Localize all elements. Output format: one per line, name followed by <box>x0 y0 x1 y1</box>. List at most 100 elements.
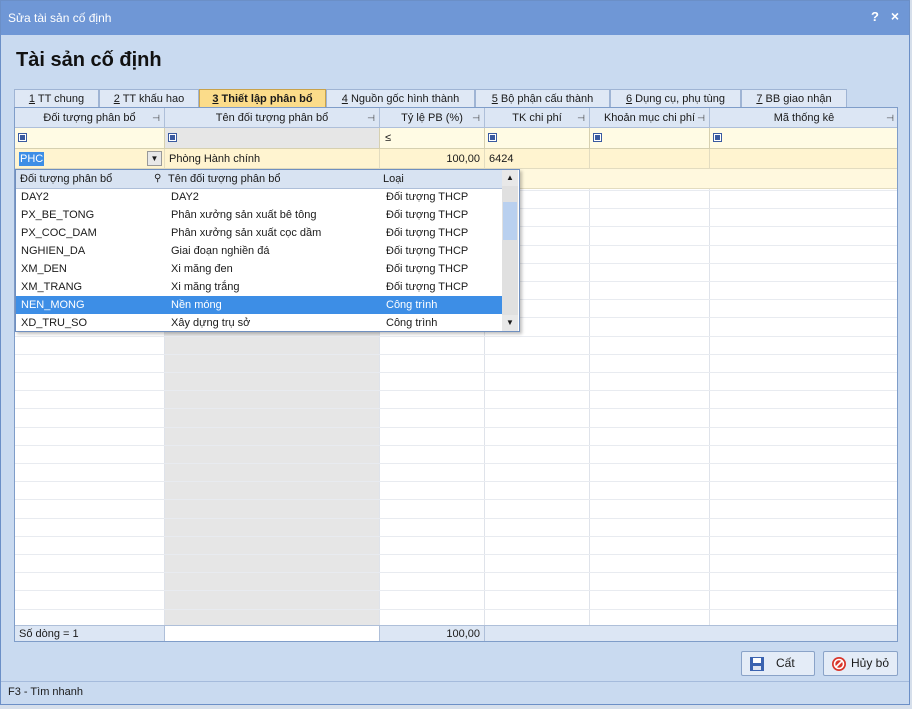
tab-bo-phan-cau-thanh[interactable]: 5 Bộ phận cấu thành <box>475 89 610 107</box>
cell-code-editor[interactable]: PHC ▼ <box>15 149 165 169</box>
dropdown-item[interactable]: XD_TRU_SO Xây dựng trụ sở Công trình <box>16 314 503 332</box>
dialog-window: Sửa tài sản cố định ? × Tài sản cố định … <box>0 0 910 705</box>
close-icon[interactable]: × <box>891 8 899 24</box>
gridline <box>15 372 897 373</box>
pin-icon[interactable]: ⊣ <box>886 108 894 128</box>
footer-blank <box>165 626 380 641</box>
cell-ratio[interactable]: 100,00 <box>380 149 485 169</box>
help-icon[interactable]: ? <box>871 9 879 24</box>
tab-tt-khau-hao[interactable]: 2 TT khấu hao <box>99 89 199 107</box>
dropdown-item-type: Đối tượng THCP <box>386 281 469 293</box>
dropdown-item-code: XM_DEN <box>21 263 67 275</box>
col-header-ten-doi-tuong[interactable]: Tên đối tượng phân bổ ⊣ <box>165 108 380 128</box>
dropdown-item-type: Đối tượng THCP <box>386 263 469 275</box>
filter-icon[interactable] <box>168 133 177 142</box>
col-header-ty-le[interactable]: Tỷ lệ PB (%) ⊣ <box>380 108 485 128</box>
dropdown-item-type: Đối tượng THCP <box>386 227 469 239</box>
col-header-doi-tuong[interactable]: Đối tượng phân bổ ⊣ <box>15 108 165 128</box>
status-bar: F3 - Tìm nhanh <box>1 681 909 704</box>
pin-icon[interactable]: ⊣ <box>367 108 375 128</box>
dropdown-item-type: Đối tượng THCP <box>386 191 469 203</box>
dropdown-item-code: PX_BE_TONG <box>21 209 95 221</box>
tab-dung-cu-phu-tung[interactable]: 6 Dụng cụ, phụ tùng <box>610 89 741 107</box>
scroll-up-icon[interactable]: ▲ <box>502 170 518 186</box>
pin-icon[interactable]: ⊣ <box>472 108 480 128</box>
dropdown-item-code: NGHIEN_DA <box>21 245 86 257</box>
dropdown-item-type: Công trình <box>386 299 438 311</box>
filter-operator[interactable]: ≤ <box>385 132 391 144</box>
dropdown-item[interactable]: PX_COC_DAM Phân xưởng sản xuất cọc dầm Đối… <box>16 224 503 242</box>
gridline <box>15 590 897 591</box>
col-header-khoan-muc[interactable]: Khoản mục chi phí ⊣ <box>590 108 710 128</box>
filter-icon[interactable] <box>488 133 497 142</box>
dropdown-col-type[interactable]: Loại <box>383 170 404 188</box>
dropdown-item[interactable]: XM_DEN Xi măng đen Đối tượng THCP <box>16 260 503 278</box>
col-header-ma-thong-ke[interactable]: Mã thống kê ⊣ <box>710 108 897 128</box>
chevron-down-icon[interactable]: ▼ <box>147 151 162 166</box>
title-bar[interactable]: Sửa tài sản cố định ? × <box>1 1 909 35</box>
filter-ten-doi-tuong[interactable] <box>165 128 380 149</box>
dropdown-item[interactable]: NGHIEN_DA Giai đoạn nghiền đá Đối tượng TH… <box>16 242 503 260</box>
dropdown-item[interactable]: PX_BE_TONG Phân xưởng sản xuất bê tông Đối… <box>16 206 503 224</box>
col-header-tk-chi-phi[interactable]: TK chi phí ⊣ <box>485 108 590 128</box>
dropdown-item-name: Nền móng <box>171 299 222 311</box>
dropdown-item-name: Xi măng trắng <box>171 281 240 293</box>
gridline <box>15 408 897 409</box>
tab-nguon-goc-hinh-thanh[interactable]: 4 Nguồn gốc hình thành <box>326 89 475 107</box>
gridline <box>15 609 897 610</box>
filter-khoan-muc[interactable] <box>590 128 710 149</box>
table-row[interactable]: PHC ▼ Phòng Hành chính 100,00 6424 <box>15 149 897 169</box>
tab-tt-chung[interactable]: 1 TT chung <box>14 89 99 107</box>
filter-icon[interactable] <box>593 133 602 142</box>
cell-account[interactable]: 6424 <box>485 149 590 169</box>
gridline <box>15 499 897 500</box>
window-title: Sửa tài sản cố định <box>8 11 112 25</box>
binoculars-icon[interactable]: ⚲ <box>154 170 161 188</box>
dropdown-scrollbar[interactable]: ▲ ▼ <box>502 170 518 331</box>
gridline <box>15 518 897 519</box>
cell-khoan-muc[interactable] <box>590 149 710 169</box>
dropdown-item-name: Phân xưởng sản xuất bê tông <box>171 209 317 221</box>
dropdown-item[interactable]: NEN_MONG Nền móng Công trình <box>16 296 503 314</box>
dropdown-item-name: Phân xưởng sản xuất cọc dầm <box>171 227 322 239</box>
dropdown-item[interactable]: DAY2 DAY2 Đối tượng THCP <box>16 188 503 206</box>
dropdown-item-name: DAY2 <box>171 191 199 203</box>
filter-tk-chi-phi[interactable] <box>485 128 590 149</box>
tab-thiet-lap-phan-bo[interactable]: 3 Thiết lập phân bổ <box>199 89 326 107</box>
filter-ty-le[interactable]: ≤ <box>380 128 485 149</box>
cancel-button[interactable]: Hủy bỏ <box>823 651 898 676</box>
pin-icon[interactable]: ⊣ <box>577 108 585 128</box>
row-count: Số dòng = 1 <box>15 626 165 641</box>
cell-name: Phòng Hành chính <box>165 149 380 169</box>
scroll-down-icon[interactable]: ▼ <box>502 315 518 331</box>
tab-bb-giao-nhan[interactable]: 7 BB giao nhận <box>741 89 847 107</box>
filter-doi-tuong[interactable] <box>15 128 165 149</box>
dropdown-item[interactable]: XM_TRANG Xi măng trắng Đối tượng THCP <box>16 278 503 296</box>
cell-ma-thong-ke[interactable] <box>710 149 897 169</box>
dropdown-col-name[interactable]: Tên đối tượng phân bổ <box>168 170 280 188</box>
save-button[interactable]: Cất <box>741 651 815 676</box>
lookup-dropdown[interactable]: Đối tượng phân bổ ⚲ Tên đối tượng phân b… <box>15 169 520 332</box>
code-input[interactable]: PHC <box>19 152 45 166</box>
gridline <box>15 481 897 482</box>
dropdown-item-type: Công trình <box>386 317 438 329</box>
gridline <box>15 536 897 537</box>
status-text: F3 - Tìm nhanh <box>8 686 83 698</box>
pin-icon[interactable]: ⊣ <box>152 108 160 128</box>
gridline <box>15 463 897 464</box>
scroll-thumb[interactable] <box>503 202 517 240</box>
gridline <box>15 445 897 446</box>
pin-icon[interactable]: ⊣ <box>697 108 705 128</box>
gridline <box>15 427 897 428</box>
dropdown-item-name: Xây dựng trụ sở <box>171 317 251 329</box>
dropdown-item-code: PX_COC_DAM <box>21 227 97 239</box>
gridline <box>15 390 897 391</box>
gridline <box>15 554 897 555</box>
cancel-icon <box>832 657 846 671</box>
filter-icon[interactable] <box>713 133 722 142</box>
dropdown-item-name: Giai đoạn nghiền đá <box>171 245 270 257</box>
filter-icon[interactable] <box>18 133 27 142</box>
floppy-disk-icon <box>750 657 764 671</box>
dropdown-col-code[interactable]: Đối tượng phân bổ <box>20 170 112 188</box>
filter-ma-thong-ke[interactable] <box>710 128 897 149</box>
